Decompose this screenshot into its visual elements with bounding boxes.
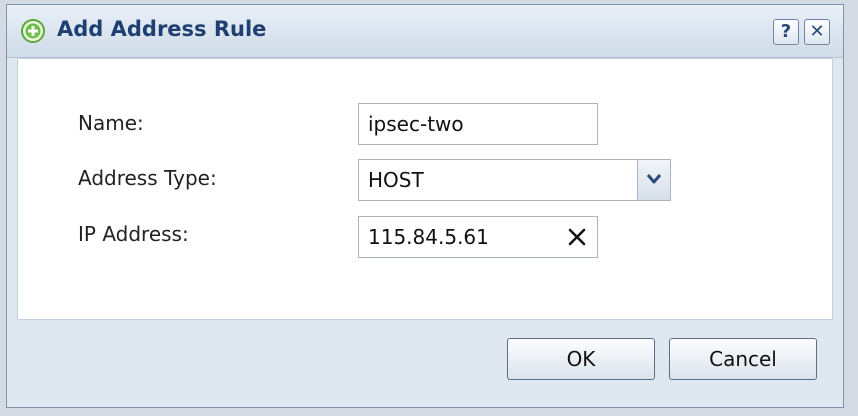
ok-button[interactable]: OK [507,338,655,380]
help-button[interactable]: ? [773,19,799,45]
ip-address-input[interactable]: 115.84.5.61 [358,216,598,258]
clear-icon[interactable] [567,227,587,247]
add-icon [21,19,45,43]
chevron-down-icon [646,174,662,184]
ip-address-value: 115.84.5.61 [368,225,489,249]
name-label: Name: [78,111,144,135]
address-type-dropdown-button[interactable] [637,160,670,200]
address-type-label: Address Type: [78,166,217,190]
address-type-select[interactable]: HOST [358,159,671,201]
dialog-title: Add Address Rule [57,17,267,41]
ip-address-label: IP Address: [78,222,189,246]
close-button[interactable]: ✕ [804,19,830,45]
form-panel: Name: ipsec-two Address Type: HOST IP Ad… [17,58,833,320]
dialog-titlebar: Add Address Rule ? ✕ [7,5,843,58]
add-address-rule-dialog: Add Address Rule ? ✕ Name: ipsec-two Add… [6,4,844,408]
name-input[interactable]: ipsec-two [358,103,598,145]
name-input-value: ipsec-two [368,112,464,136]
address-type-value: HOST [368,168,424,192]
cancel-button[interactable]: Cancel [669,338,817,380]
